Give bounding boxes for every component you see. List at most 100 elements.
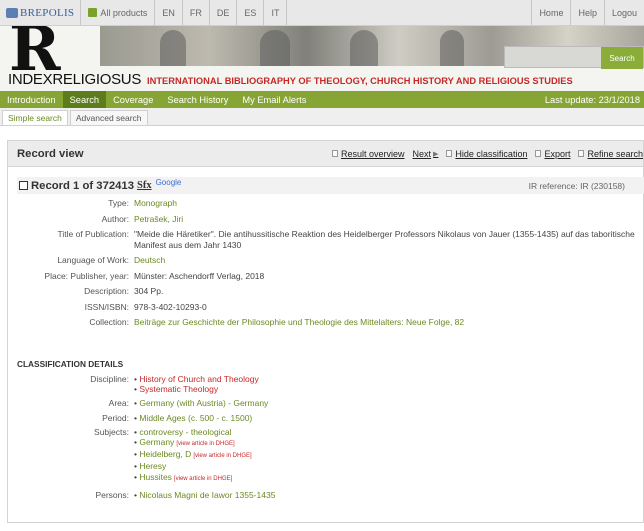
lang-fr[interactable]: FR [183, 0, 210, 25]
discipline-list: History of Church and Theology Systemati… [134, 374, 259, 394]
result-overview-link[interactable]: Result overview [331, 148, 405, 159]
class-row-subjects: Subjects: controversy - theological Germ… [8, 427, 644, 484]
language-value[interactable]: Deutsch [134, 255, 642, 266]
banner-search-input[interactable]: Search [504, 46, 644, 69]
discipline-item[interactable]: Systematic Theology [134, 384, 259, 394]
persons-list: Nicolaus Magni de Iawor 1355-1435 [134, 490, 275, 500]
export-link[interactable]: Export [535, 149, 570, 159]
class-label: Area: [108, 398, 129, 409]
brepolis-logo-icon [6, 7, 18, 18]
field-row-title: Title of Publication: "Meide die Häretik… [8, 229, 644, 250]
tab-simple-search[interactable]: Simple search [2, 110, 68, 125]
title-value: "Meide die Häretiker". Die antihussitisc… [134, 229, 635, 250]
lang-en[interactable]: EN [155, 0, 183, 25]
subject-text: controversy - theological [139, 426, 232, 437]
field-label: Author: [101, 213, 129, 224]
subject-text: Heresy [139, 461, 167, 472]
record-fields: Type: Monograph Author: Petrašek, Jiri T… [8, 198, 644, 333]
subject-item[interactable]: Heresy [134, 461, 252, 471]
period-list: Middle Ages (c. 500 - c. 1500) [134, 413, 252, 423]
field-label: Collection: [89, 317, 129, 327]
banner-search-button[interactable]: Search [601, 47, 643, 69]
field-row-place: Place: Publisher, year: Münster: Aschend… [8, 271, 644, 282]
next-link[interactable]: Next ▶ [413, 149, 439, 159]
class-label: Discipline: [90, 374, 129, 384]
hide-classification-link[interactable]: Hide classification [446, 149, 527, 159]
result-overview-label: Result overview [340, 148, 405, 159]
classification-icon [446, 150, 453, 157]
type-value[interactable]: Monograph [134, 198, 642, 209]
main-nav: Introduction Search Coverage Search Hist… [0, 91, 644, 108]
export-icon [535, 150, 542, 157]
help-link[interactable]: Help [570, 0, 604, 25]
dhge-article-link[interactable]: [view article in DHGE] [176, 441, 234, 447]
all-products-link[interactable]: All products [81, 0, 156, 25]
nav-search-history[interactable]: Search History [160, 91, 235, 108]
banner-subtitle: INTERNATIONAL BIBLIOGRAPHY OF THEOLOGY, … [147, 76, 573, 86]
class-row-persons: Persons: Nicolaus Magni de Iawor 1355-14… [8, 490, 644, 500]
index-religiosus-logo: INDEXRELIGIOSUS INTERNATIONAL BIBLIOGRAP… [8, 71, 573, 88]
subject-item[interactable]: Heidelberg, D[view article in DHGE] [134, 449, 251, 461]
field-label: Title of Publication: [57, 229, 130, 239]
subject-item[interactable]: controversy - theological [134, 427, 252, 437]
refine-search-link[interactable]: Refine search [578, 149, 643, 159]
grid-icon [88, 8, 98, 17]
subject-text: Heidelberg, D [139, 449, 192, 460]
top-bar: BREPOLIS All products EN FR DE ES IT Hom… [0, 0, 644, 26]
issn-value: 978-3-402-10293-0 [134, 301, 207, 312]
area-list: Germany (with Austria) - Germany [134, 398, 268, 408]
google-link[interactable]: Google [156, 178, 182, 187]
class-row-discipline: Discipline: History of Church and Theolo… [8, 374, 644, 394]
place-value: Münster: Aschendorff Verlag, 2018 [134, 270, 265, 281]
all-products-label: All products [100, 7, 148, 18]
subject-text: Hussites [139, 471, 172, 482]
nav-search[interactable]: Search [62, 91, 107, 108]
export-label: Export [544, 148, 571, 159]
dhge-article-link[interactable]: [view article in DHGE] [193, 453, 251, 459]
refine-search-label: Refine search [587, 148, 643, 159]
brepolis-brand[interactable]: BREPOLIS [0, 0, 82, 25]
classification-heading: CLASSIFICATION DETAILS [17, 359, 124, 369]
lang-it[interactable]: IT [264, 0, 288, 25]
home-link[interactable]: Home [531, 0, 570, 25]
lang-de[interactable]: DE [210, 0, 238, 25]
field-row-type: Type: Monograph [8, 198, 644, 209]
list-icon [331, 150, 338, 157]
dhge-article-link[interactable]: [view article in DHGE] [174, 476, 232, 482]
subject-item[interactable]: Germany[view article in DHGE] [134, 437, 252, 449]
subject-text: Germany [139, 437, 175, 448]
class-label: Period: [102, 412, 129, 423]
record-select-checkbox[interactable] [19, 181, 28, 190]
nav-my-email-alerts[interactable]: My Email Alerts [235, 91, 313, 108]
record-counter: Record 1 of 372413 [31, 179, 134, 192]
author-value[interactable]: Petrašek, Jiri [134, 214, 642, 225]
record-actions: Result overview Next ▶ Hide classificati… [324, 149, 643, 159]
classification-details: Discipline: History of Church and Theolo… [8, 374, 644, 504]
record-view-panel: Record view Result overview Next ▶ Hide … [7, 140, 644, 523]
ir-reference: IR reference: IR (230158) [528, 180, 625, 191]
area-item[interactable]: Germany (with Austria) - Germany [134, 398, 268, 408]
nav-coverage[interactable]: Coverage [106, 91, 160, 108]
subjects-list: controversy - theological Germany[view a… [134, 427, 252, 484]
field-label: Type: [108, 198, 129, 208]
record-view-title: Record view [17, 147, 84, 160]
subject-item[interactable]: Hussites[view article in DHGE] [134, 472, 252, 484]
field-label: Description: [84, 286, 129, 296]
field-row-collection: Collection: Beiträge zur Geschichte der … [8, 317, 644, 328]
index-religiosus-name: INDEXRELIGIOSUS [8, 71, 142, 88]
tab-advanced-search[interactable]: Advanced search [69, 110, 148, 125]
brepolis-brand-label: BREPOLIS [20, 6, 75, 19]
discipline-item[interactable]: History of Church and Theology [134, 374, 258, 384]
sfx-link[interactable]: Sfx [137, 180, 152, 191]
class-row-area: Area: Germany (with Austria) - Germany [8, 398, 644, 408]
period-item[interactable]: Middle Ages (c. 500 - c. 1500) [134, 413, 252, 423]
nav-introduction[interactable]: Introduction [0, 91, 63, 108]
class-label: Persons: [95, 489, 129, 500]
logout-link[interactable]: Logou [603, 0, 644, 25]
lang-es[interactable]: ES [237, 0, 265, 25]
collection-value[interactable]: Beiträge zur Geschichte der Philosophie … [134, 317, 642, 328]
field-label: ISSN/ISBN: [84, 301, 129, 312]
search-subnav: Simple search Advanced search [0, 108, 644, 126]
next-label: Next [412, 148, 432, 159]
person-item[interactable]: Nicolaus Magni de Iawor 1355-1435 [134, 490, 275, 500]
